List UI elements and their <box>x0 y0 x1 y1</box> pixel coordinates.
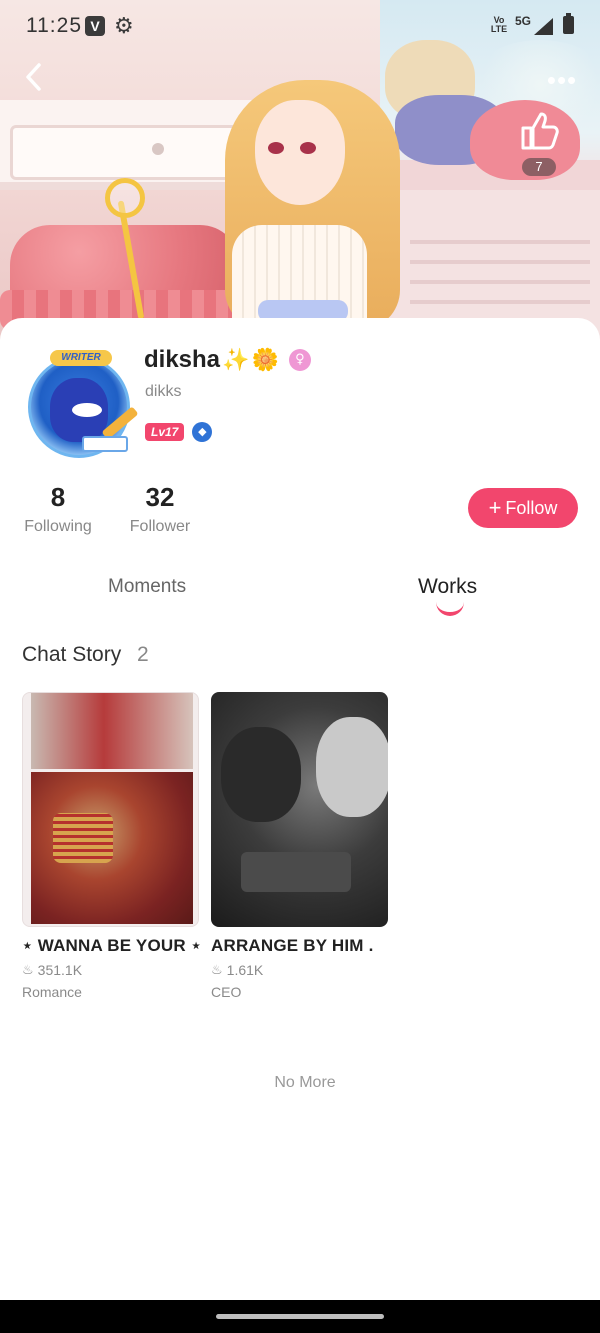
banner-character-eye <box>300 142 316 154</box>
story-genre: CEO <box>211 984 242 1000</box>
following-count: 8 <box>50 482 66 512</box>
cover-detail <box>53 813 113 863</box>
more-icon: ••• <box>546 65 578 95</box>
female-icon: ♀ <box>288 349 311 371</box>
back-button[interactable] <box>16 62 52 102</box>
story-title: ARRANGE BY HIM . <box>211 936 374 955</box>
status-bar: 11:25 V ⚙ Vo LTE 5G <box>0 0 600 52</box>
profile-tabs: Moments Works <box>0 570 600 620</box>
cover-figure <box>221 727 301 822</box>
user-handle: dikks <box>145 383 182 400</box>
cabinet-slat <box>410 240 590 244</box>
story-card[interactable]: ARRANGE BY HIM . ♨ 1.61K CEO <box>211 692 388 1000</box>
flame-icon: ♨ <box>211 962 223 978</box>
cover-detail <box>241 852 351 892</box>
end-of-list-text: No More <box>274 1074 336 1091</box>
plus-icon: + <box>488 495 502 520</box>
chevron-left-icon <box>26 63 41 91</box>
avatar-character-eye <box>72 403 102 417</box>
profile-banner <box>0 0 600 360</box>
username: diksha <box>144 346 221 373</box>
cabinet-slat <box>410 300 590 304</box>
level-badge: Lv17 <box>145 423 185 441</box>
gem-icon: ◆ <box>192 422 213 442</box>
banner-character-face <box>255 100 345 205</box>
cover-panel <box>31 693 193 769</box>
story-views: ♨ 1.61K <box>211 962 388 978</box>
follower-label: Follower <box>129 518 191 535</box>
banner-knob <box>152 143 164 155</box>
banner-wand-heart <box>105 178 145 218</box>
tab-works[interactable]: Works <box>418 575 477 599</box>
home-gesture-handle[interactable] <box>216 1314 384 1319</box>
story-genre: Romance <box>22 984 82 1000</box>
following-label: Following <box>24 518 92 535</box>
cabinet-slat <box>410 280 590 284</box>
flower-emoji: 🌼 <box>251 347 279 373</box>
flame-icon: ♨ <box>22 962 34 978</box>
status-time: 11:25 <box>26 14 82 37</box>
story-cover <box>22 692 199 927</box>
story-views: ♨ 351.1K <box>22 962 199 978</box>
signal-icon <box>534 18 553 35</box>
follower-count: 32 <box>145 482 175 512</box>
cover-figure <box>316 717 388 817</box>
gear-icon: ⚙ <box>114 13 134 38</box>
book-icon <box>82 436 128 452</box>
system-nav-bar <box>0 1300 600 1333</box>
avatar[interactable]: WRITER <box>22 348 139 458</box>
more-options-button[interactable]: ••• <box>540 62 584 98</box>
follow-button[interactable]: + Follow <box>468 488 578 528</box>
app-notification-icon: V <box>85 16 105 36</box>
story-card[interactable]: ⋆ WANNA BE YOUR ⋆ ♨ 351.1K Romance <box>22 692 202 1000</box>
story-cover <box>211 692 388 927</box>
banner-drawer <box>10 125 250 180</box>
story-title: ⋆ WANNA BE YOUR ⋆ <box>22 936 202 955</box>
like-count: 7 <box>522 158 556 176</box>
battery-icon <box>563 13 574 34</box>
writer-badge: WRITER <box>50 350 112 366</box>
like-button[interactable]: 7 <box>513 108 565 184</box>
network-type: 5G <box>515 14 532 28</box>
follower-stat[interactable]: 32 Follower <box>122 480 198 536</box>
following-stat[interactable]: 8 Following <box>18 480 98 536</box>
badge-row: Lv17 ◆ <box>145 422 213 442</box>
tab-moments[interactable]: Moments <box>108 576 186 598</box>
follow-label: Follow <box>505 498 558 518</box>
story-view-count: 1.61K <box>226 962 264 978</box>
section-title: Chat Story <box>22 643 122 666</box>
name-row: diksha ✨ 🌼 ♀ <box>144 344 311 376</box>
volte-icon: Vo LTE <box>490 15 508 34</box>
section-count: 2 <box>137 643 149 666</box>
story-view-count: 351.1K <box>37 962 83 978</box>
banner-character-eye <box>268 142 284 154</box>
sparkle-emoji: ✨ <box>222 347 250 373</box>
cabinet-slat <box>410 260 590 264</box>
thumbs-up-icon <box>521 112 559 150</box>
